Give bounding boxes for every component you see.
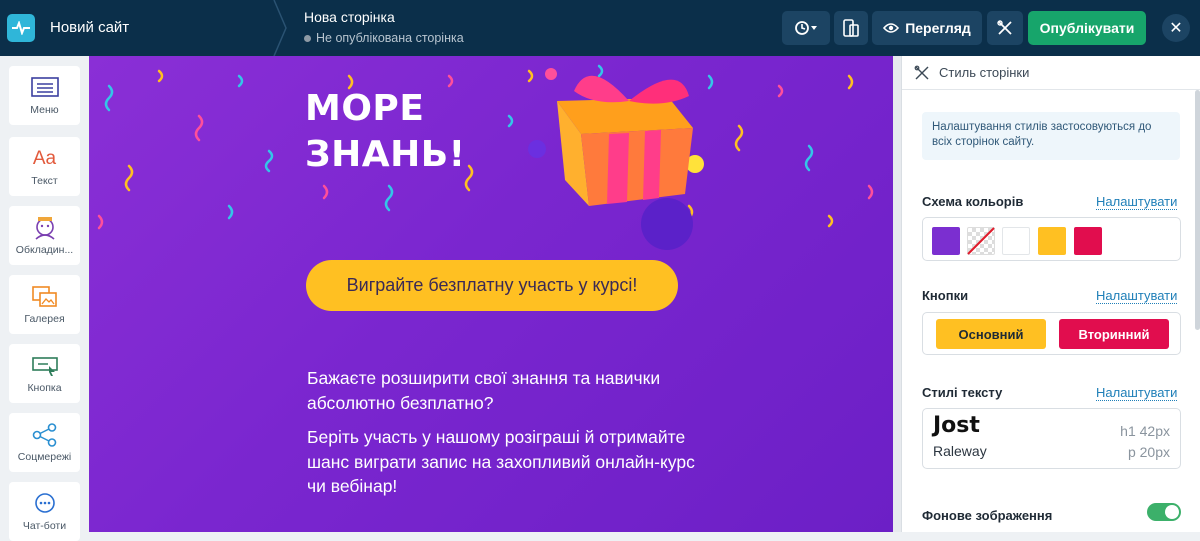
panel-title: Стиль сторінки	[939, 65, 1030, 80]
buttons-configure-link[interactable]: Налаштувати	[1096, 288, 1178, 304]
text-styles-box[interactable]: Jost h1 42px Raleway p 20px	[922, 408, 1181, 469]
sidebar-item-label: Чат-боти	[22, 520, 67, 532]
heading-font-name: Jost	[933, 413, 980, 438]
close-icon[interactable]: ✕	[1162, 14, 1190, 42]
block-sidebar: Меню Aa Текст Обкладин... Галерея Кнопка…	[0, 56, 89, 541]
background-image-toggle[interactable]	[1147, 503, 1181, 521]
menu-icon	[30, 75, 59, 101]
sidebar-item-label: Галерея	[24, 313, 65, 325]
cover-icon	[32, 215, 58, 241]
sidebar-item-text[interactable]: Aa Текст	[9, 137, 80, 196]
hero-title-line2: ЗНАНЬ!	[305, 134, 466, 175]
site-logo-icon[interactable]	[7, 14, 35, 42]
text-styles-title: Стилі тексту	[922, 385, 1003, 400]
color-scheme-title: Схема кольорів	[922, 194, 1024, 209]
color-swatch-white[interactable]	[1002, 227, 1030, 255]
secondary-button-preview[interactable]: Вторинний	[1059, 319, 1169, 349]
mobile-view-button[interactable]	[834, 11, 868, 45]
status-dot-icon	[304, 34, 311, 42]
info-note: Налаштування стилів застосовуються до вс…	[922, 112, 1180, 160]
text-icon: Aa	[32, 148, 57, 169]
hero-title-line1: МОРЕ	[305, 88, 425, 129]
style-panel: Стиль сторінки Налаштування стилів засто…	[901, 56, 1200, 532]
history-button[interactable]	[782, 11, 830, 45]
panel-header: Стиль сторінки	[902, 56, 1200, 90]
body-paragraph-2[interactable]: Беріть участь у нашому розіграші й отрим…	[307, 425, 707, 499]
design-tools-button[interactable]	[987, 11, 1023, 45]
devices-icon	[843, 19, 859, 37]
color-scheme-box[interactable]	[922, 217, 1181, 261]
color-swatch-transparent[interactable]	[967, 227, 995, 255]
history-icon	[795, 21, 817, 35]
sidebar-item-cover[interactable]: Обкладин...	[9, 206, 80, 265]
body-paragraph-1[interactable]: Бажаєте розширити свої знання та навички…	[307, 366, 707, 415]
tools-icon	[914, 65, 929, 79]
canvas-scrollbar[interactable]	[893, 56, 901, 532]
buttons-title: Кнопки	[922, 288, 969, 303]
sidebar-item-label: Обкладин...	[15, 244, 74, 256]
body-font-size: p 20px	[1127, 444, 1170, 460]
page-status: Не опублікована сторінка	[304, 31, 464, 45]
publish-button[interactable]: Опублікувати	[1028, 11, 1146, 45]
sidebar-item-chatbots[interactable]: Чат-боти	[9, 482, 80, 541]
hero-title[interactable]: МОРЕ ЗНАНЬ!	[305, 86, 466, 178]
top-bar: Новий сайт Нова сторінка Не опублікована…	[0, 0, 1200, 56]
text-styles-configure-link[interactable]: Налаштувати	[1096, 385, 1178, 401]
sidebar-item-label: Меню	[30, 104, 59, 116]
sidebar-item-social[interactable]: Соцмережі	[9, 413, 80, 472]
body-font-name: Raleway	[933, 443, 987, 459]
cta-button[interactable]: Виграйте безплатну участь у курсі!	[306, 260, 678, 311]
breadcrumb-separator-icon	[273, 0, 287, 56]
preview-button[interactable]: Перегляд	[872, 11, 982, 45]
color-swatch-red[interactable]	[1074, 227, 1102, 255]
site-name[interactable]: Новий сайт	[50, 19, 129, 36]
color-swatch-primary[interactable]	[932, 227, 960, 255]
preview-label: Перегляд	[905, 20, 971, 36]
chatbot-icon	[32, 491, 58, 517]
primary-button-preview[interactable]: Основний	[936, 319, 1046, 349]
sidebar-item-label: Кнопка	[27, 382, 62, 394]
tools-icon	[997, 20, 1012, 35]
gallery-icon	[31, 284, 59, 310]
page-canvas[interactable]: МОРЕ ЗНАНЬ! Виграйте безплатну участь у …	[89, 56, 901, 532]
buttons-box: Основний Вторинний	[922, 312, 1181, 355]
sidebar-item-gallery[interactable]: Галерея	[9, 275, 80, 334]
sidebar-item-button[interactable]: Кнопка	[9, 344, 80, 403]
share-icon	[32, 422, 58, 448]
color-scheme-configure-link[interactable]: Налаштувати	[1096, 194, 1178, 210]
color-swatch-yellow[interactable]	[1038, 227, 1066, 255]
panel-scrollbar[interactable]	[1195, 90, 1200, 330]
gift-box-icon	[557, 75, 693, 206]
background-image-title: Фонове зображення	[922, 508, 1053, 523]
sidebar-item-label: Текст	[31, 175, 58, 187]
sidebar-item-label: Соцмережі	[17, 451, 72, 463]
button-icon	[31, 353, 59, 379]
page-name[interactable]: Нова сторінка	[304, 9, 395, 25]
heading-font-size: h1 42px	[1120, 423, 1170, 439]
page-status-text: Не опублікована сторінка	[316, 31, 464, 45]
eye-icon	[883, 23, 900, 33]
sidebar-item-menu[interactable]: Меню	[9, 66, 80, 125]
